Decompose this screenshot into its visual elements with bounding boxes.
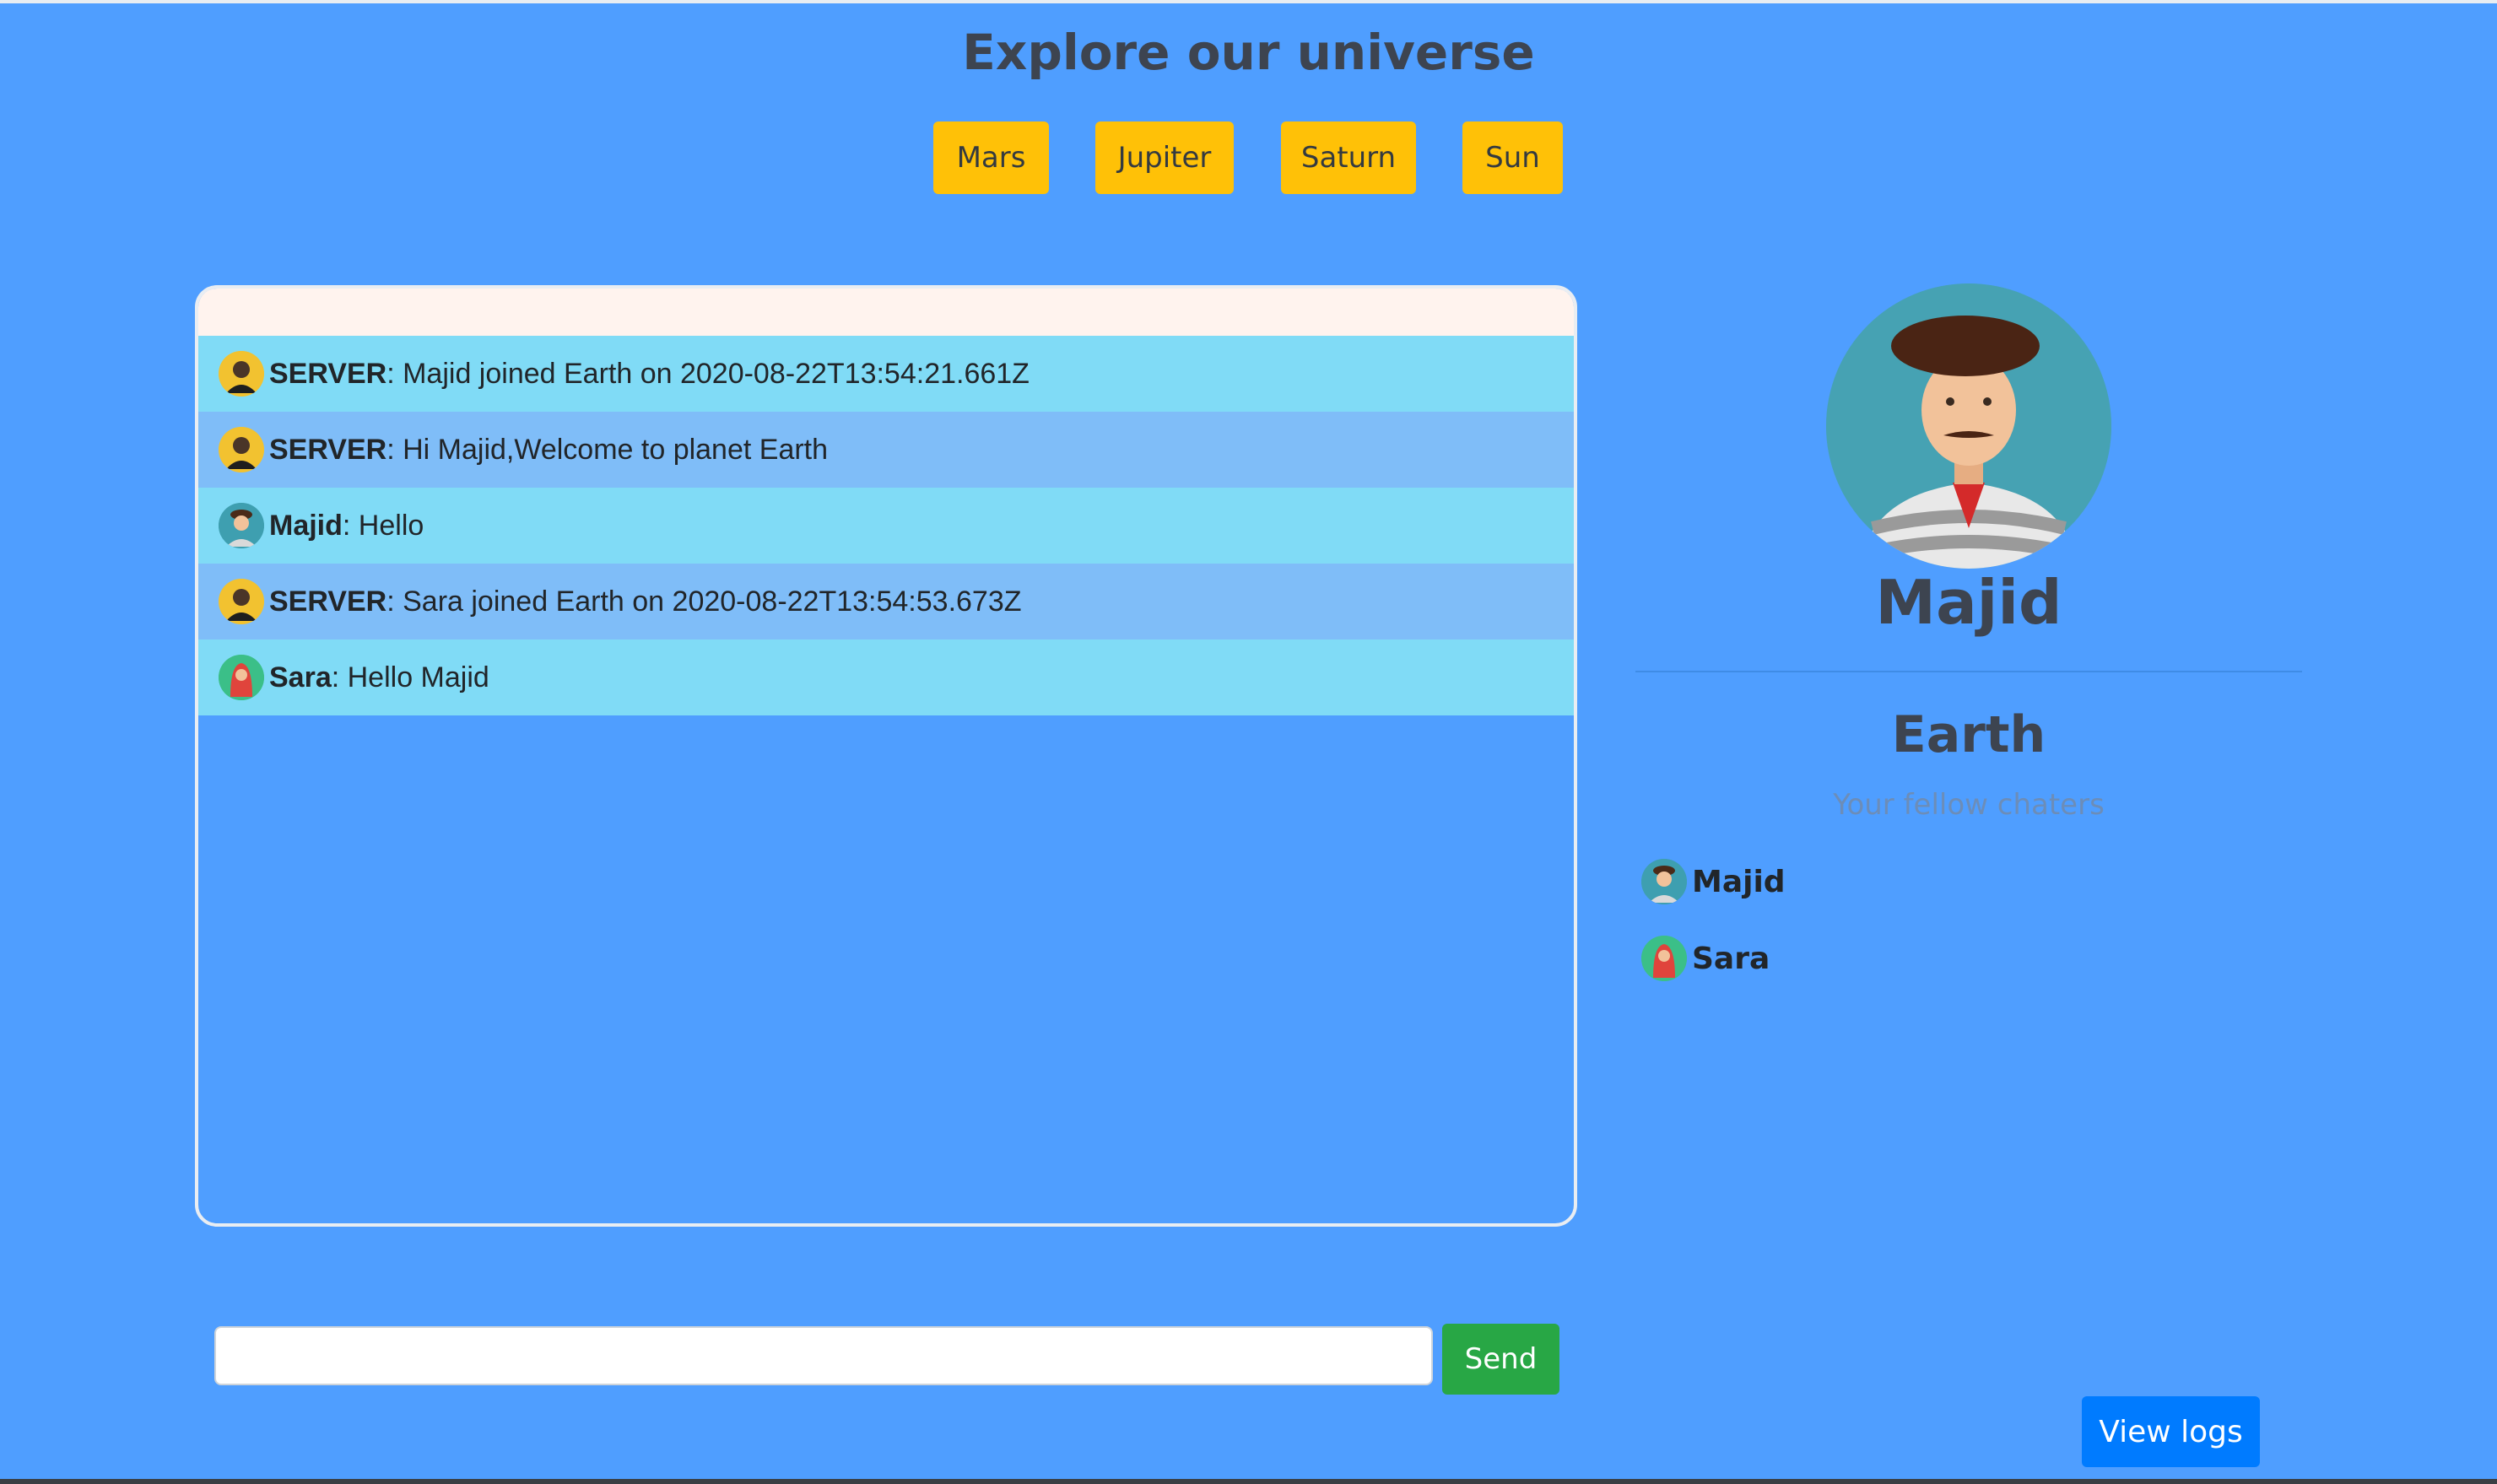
user-list-item: Sara [1641, 932, 1770, 985]
message-text: : Hello [342, 509, 424, 542]
user-name: Majid [1692, 864, 1786, 899]
server-avatar-icon [219, 351, 264, 397]
chat-window[interactable]: SERVER: Majid joined Earth on 2020-08-22… [195, 285, 1577, 1227]
profile-name: Majid [1875, 567, 2062, 638]
room-name: Earth [1891, 705, 2046, 764]
message-sender: SERVER [269, 433, 387, 466]
users-subtitle: Your fellow chaters [1833, 788, 2105, 822]
message-text: : Hi Majid,Welcome to planet Earth [386, 433, 829, 466]
server-avatar-icon [219, 427, 264, 472]
sara-avatar-icon [1641, 936, 1687, 981]
message-input[interactable] [214, 1326, 1433, 1385]
planet-button-sun[interactable]: Sun [1462, 121, 1563, 194]
bottom-border [0, 1479, 2497, 1484]
user-list-item: Majid [1641, 855, 1786, 908]
profile-avatar [1826, 283, 2111, 569]
planet-button-mars[interactable]: Mars [933, 121, 1049, 194]
majid-avatar-icon [1641, 859, 1687, 904]
user-name: Sara [1692, 941, 1770, 976]
majid-avatar-icon [1826, 283, 2111, 569]
chat-message: SERVER: Majid joined Earth on 2020-08-22… [198, 336, 1574, 412]
server-avatar-icon [219, 579, 264, 624]
chat-message: SERVER: Sara joined Earth on 2020-08-22T… [198, 564, 1574, 639]
sara-avatar-icon [219, 655, 264, 700]
chat-message: SERVER: Hi Majid,Welcome to planet Earth [198, 412, 1574, 488]
message-sender: SERVER [269, 357, 387, 390]
message-sender: Majid [269, 509, 343, 542]
planet-button-saturn[interactable]: Saturn [1281, 121, 1416, 194]
planet-button-jupiter[interactable]: Jupiter [1095, 121, 1234, 194]
send-button[interactable]: Send [1442, 1324, 1559, 1395]
message-text: : Hello Majid [331, 661, 489, 693]
view-logs-button[interactable]: View logs [2082, 1396, 2260, 1467]
message-sender: Sara [269, 661, 332, 693]
chat-message: Sara: Hello Majid [198, 639, 1574, 715]
message-sender: SERVER [269, 585, 387, 618]
chat-header [198, 289, 1574, 336]
page-title: Explore our universe [962, 24, 1535, 81]
message-text: : Sara joined Earth on 2020-08-22T13:54:… [386, 585, 1022, 618]
message-text: : Majid joined Earth on 2020-08-22T13:54… [386, 357, 1030, 390]
chat-message: Majid: Hello [198, 488, 1574, 564]
majid-avatar-icon [219, 503, 264, 548]
divider [1635, 671, 2302, 672]
top-border [0, 0, 2497, 3]
